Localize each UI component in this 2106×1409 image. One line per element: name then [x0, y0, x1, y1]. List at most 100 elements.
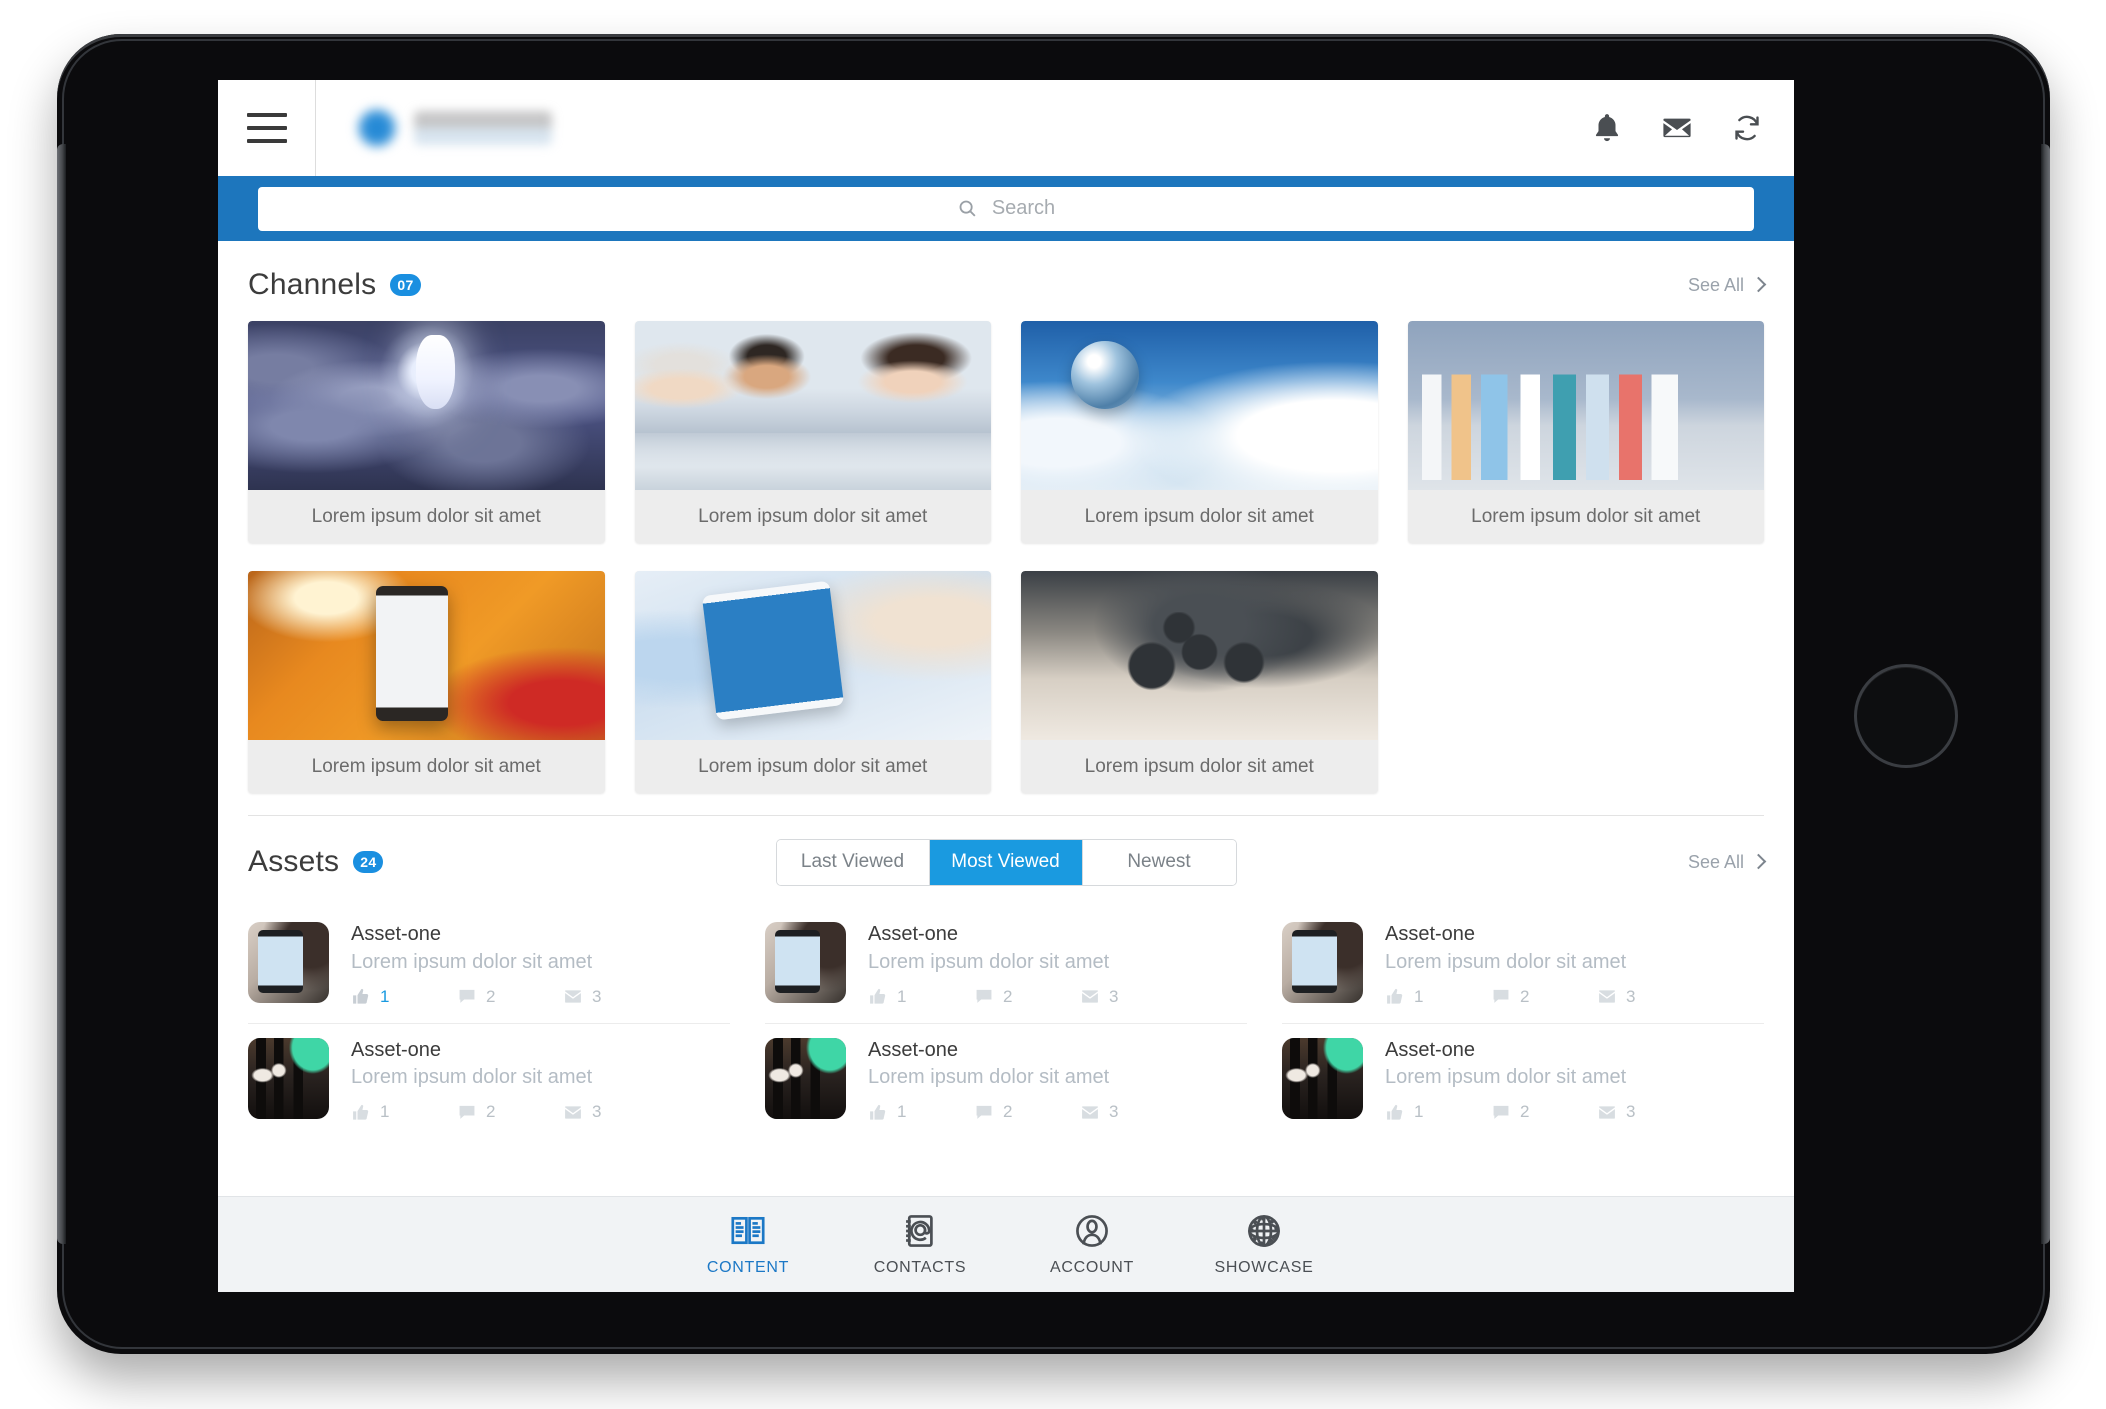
tab-showcase-label: SHOWCASE	[1214, 1259, 1314, 1276]
asset-thumbnail	[248, 922, 329, 1003]
hamburger-menu-icon[interactable]	[218, 80, 316, 176]
stat-comments[interactable]: 2	[1491, 987, 1597, 1007]
channels-see-all-link[interactable]: See All	[1688, 275, 1764, 296]
asset-title: Asset-one	[868, 1038, 959, 1061]
channel-thumbnail-gears	[1021, 571, 1378, 740]
asset-stats: 1 2 3	[1385, 987, 1764, 1007]
stat-messages[interactable]: 3	[563, 987, 669, 1007]
channel-card[interactable]: Lorem ipsum dolor sit amet	[1021, 321, 1378, 543]
stat-messages[interactable]: 3	[563, 1102, 669, 1122]
envelope-icon	[1080, 1103, 1100, 1122]
assets-see-all-link[interactable]: See All	[1688, 852, 1764, 873]
stat-messages[interactable]: 3	[1080, 1102, 1186, 1122]
stat-likes[interactable]: 1	[868, 1102, 974, 1122]
stat-messages[interactable]: 3	[1597, 1102, 1703, 1122]
search-input[interactable]: Search	[258, 186, 1754, 231]
asset-stats: 1 2 3	[351, 1102, 730, 1122]
envelope-icon	[1597, 1103, 1617, 1122]
channel-card[interactable]: Lorem ipsum dolor sit amet	[634, 571, 991, 793]
asset-subtitle: Lorem ipsum dolor sit amet	[1385, 1066, 1627, 1089]
stat-comments[interactable]: 2	[457, 1102, 563, 1122]
channel-caption: Lorem ipsum dolor sit amet	[634, 740, 991, 793]
envelope-icon	[563, 987, 583, 1006]
asset-title: Asset-one	[868, 923, 959, 945]
bottom-tab-bar: CONTENT CONTACTS ACCOUNT SHOWCASE	[218, 1196, 1794, 1292]
channel-card[interactable]: Lorem ipsum dolor sit amet	[248, 571, 605, 793]
refresh-icon[interactable]	[1730, 111, 1764, 145]
tab-content[interactable]: CONTENT	[662, 1212, 834, 1277]
channels-section: Channels 07 See All Lorem ipsum dolor si…	[218, 241, 1794, 807]
stat-comments-value: 2	[1520, 1102, 1530, 1122]
tab-account-label: ACCOUNT	[1049, 1259, 1134, 1276]
asset-title: Asset-one	[351, 923, 442, 945]
content-area: Channels 07 See All Lorem ipsum dolor si…	[218, 241, 1794, 1139]
channel-thumbnail-tablet-charts	[634, 571, 991, 740]
search-bar-band: Search	[218, 176, 1794, 241]
stat-comments[interactable]: 2	[974, 1102, 1080, 1122]
asset-thumbnail	[248, 1037, 329, 1119]
stat-likes[interactable]: 1	[351, 987, 457, 1007]
stat-likes[interactable]: 1	[868, 987, 974, 1007]
person-icon	[1073, 1212, 1111, 1250]
thumbs-up-icon	[351, 987, 371, 1006]
channel-card[interactable]: Lorem ipsum dolor sit amet	[1407, 321, 1764, 543]
asset-thumbnail	[1282, 922, 1363, 1003]
comment-icon	[1491, 1103, 1511, 1122]
asset-list-item[interactable]: Asset-one Lorem ipsum dolor sit amet 1 2	[765, 1024, 1247, 1139]
envelope-icon	[1080, 987, 1100, 1006]
brand-logo[interactable]	[316, 107, 552, 149]
stat-messages[interactable]: 3	[1080, 987, 1186, 1007]
stat-likes-value: 1	[897, 986, 907, 1006]
thumbs-up-icon	[351, 1103, 371, 1122]
comment-icon	[974, 987, 994, 1006]
stat-likes[interactable]: 1	[1385, 987, 1491, 1007]
asset-stats: 1 2 3	[351, 987, 730, 1007]
channel-card[interactable]: Lorem ipsum dolor sit amet	[248, 321, 605, 543]
channel-card[interactable]: Lorem ipsum dolor sit amet	[1021, 571, 1378, 793]
tab-newest[interactable]: Newest	[1082, 839, 1236, 885]
stat-messages-value: 3	[1109, 1102, 1119, 1122]
asset-list-item[interactable]: Asset-one Lorem ipsum dolor sit amet 1 2	[248, 908, 730, 1024]
asset-list-item[interactable]: Asset-one Lorem ipsum dolor sit amet 1 2	[1282, 1024, 1764, 1139]
asset-subtitle: Lorem ipsum dolor sit amet	[868, 950, 1110, 973]
stat-comments[interactable]: 2	[1491, 1102, 1597, 1122]
channel-thumbnail-smartphone	[248, 571, 605, 740]
stat-likes-value: 1	[897, 1102, 907, 1122]
envelope-icon	[563, 1103, 583, 1122]
asset-title: Asset-one	[1385, 923, 1476, 945]
stat-likes[interactable]: 1	[351, 1102, 457, 1122]
content-pages-icon	[729, 1212, 767, 1250]
device-edge-left	[57, 144, 66, 1244]
stat-comments-value: 2	[1003, 986, 1013, 1006]
asset-list-item[interactable]: Asset-one Lorem ipsum dolor sit amet 1 2	[248, 1024, 730, 1139]
tab-last-viewed[interactable]: Last Viewed	[776, 839, 930, 885]
channel-thumbnail-glass-globe	[1021, 321, 1378, 490]
stat-comments[interactable]: 2	[974, 987, 1080, 1007]
sphere-icon	[1245, 1212, 1283, 1250]
bell-icon[interactable]	[1590, 111, 1624, 145]
channel-card[interactable]: Lorem ipsum dolor sit amet	[634, 321, 991, 543]
channels-header: Channels 07 See All	[248, 241, 1764, 321]
stat-messages-value: 3	[592, 986, 602, 1006]
tab-most-viewed[interactable]: Most Viewed	[929, 839, 1083, 885]
channel-caption: Lorem ipsum dolor sit amet	[1407, 490, 1764, 543]
asset-stats: 1 2 3	[868, 1102, 1247, 1122]
stat-likes[interactable]: 1	[1385, 1102, 1491, 1122]
home-button[interactable]	[1854, 664, 1958, 768]
tab-contacts[interactable]: CONTACTS	[834, 1212, 1006, 1277]
tab-showcase[interactable]: SHOWCASE	[1178, 1212, 1350, 1277]
channel-caption: Lorem ipsum dolor sit amet	[248, 740, 605, 793]
asset-list-item[interactable]: Asset-one Lorem ipsum dolor sit amet 1 2	[765, 908, 1247, 1024]
stat-comments[interactable]: 2	[457, 987, 563, 1007]
stat-messages-value: 3	[592, 1102, 602, 1122]
stat-messages[interactable]: 3	[1597, 987, 1703, 1007]
comment-icon	[457, 1103, 477, 1122]
channel-caption: Lorem ipsum dolor sit amet	[1021, 740, 1378, 793]
search-placeholder-text: Search	[991, 197, 1056, 219]
channel-thumbnail-paper-city	[1407, 321, 1764, 490]
tab-account[interactable]: ACCOUNT	[1006, 1212, 1178, 1277]
asset-title: Asset-one	[1385, 1038, 1476, 1061]
asset-list-item[interactable]: Asset-one Lorem ipsum dolor sit amet 1 2	[1282, 908, 1764, 1024]
envelope-icon[interactable]	[1660, 111, 1694, 145]
assets-section: Assets 24 Last Viewed Most Viewed Newest…	[218, 816, 1794, 1138]
